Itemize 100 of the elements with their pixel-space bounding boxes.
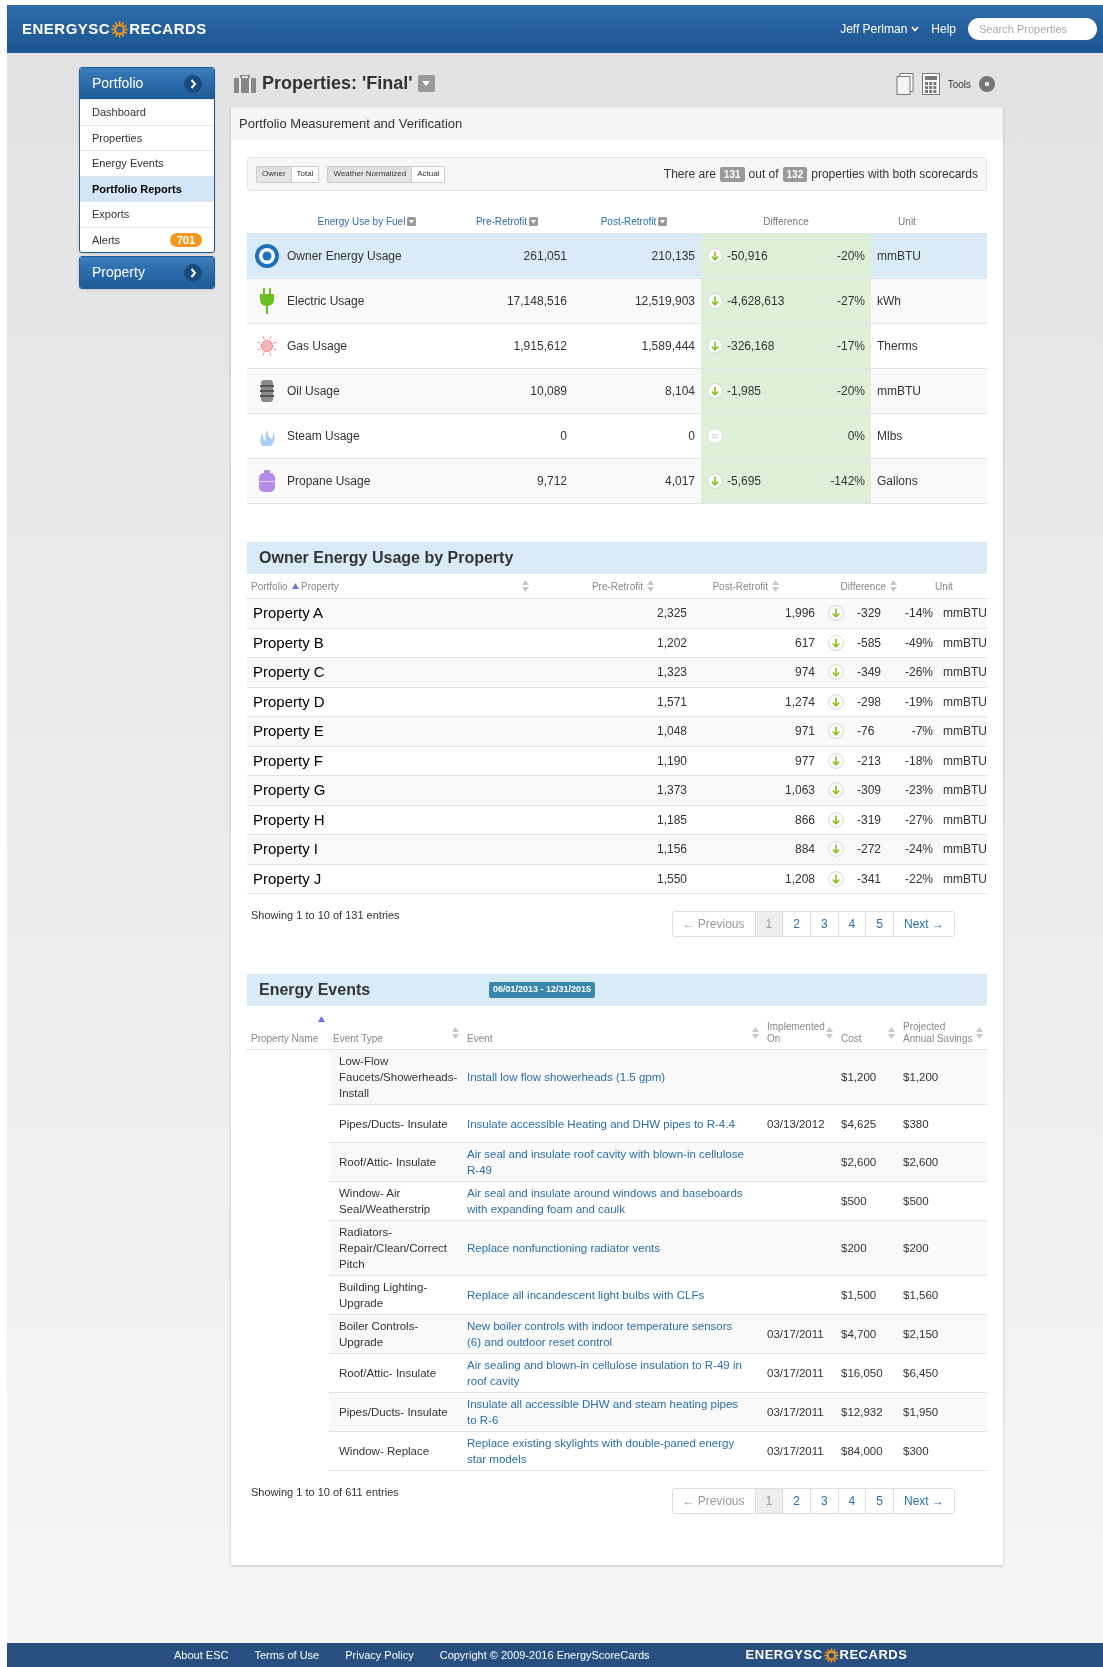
chevron-right-icon[interactable] xyxy=(184,263,202,282)
section-title: Energy Events xyxy=(259,980,372,1000)
cost-value: $2,600 xyxy=(841,1156,877,1169)
event-link[interactable]: Install low flow showerheads (1.5 gpm) xyxy=(467,1069,749,1085)
tools-label[interactable]: Tools xyxy=(947,76,971,92)
difference-value: -319 xyxy=(857,812,882,827)
event-link[interactable]: Air sealing and blown-in cellulose insulation to R-49 in roof cavity xyxy=(467,1357,749,1390)
post-retrofit-value: 12,519,903 xyxy=(634,293,695,310)
page-button[interactable]: 5 xyxy=(865,912,893,936)
column-header-link[interactable]: Pre-Retrofit xyxy=(475,214,528,229)
difference-value: -4,628,613 xyxy=(727,293,785,310)
column-header[interactable]: Post-Retrofit xyxy=(712,578,768,594)
toggle-button[interactable]: Owner xyxy=(256,165,292,183)
column-header[interactable]: Portfolio xyxy=(251,578,288,594)
column-header[interactable]: Implemented On xyxy=(767,1021,826,1045)
footer-link[interactable]: Terms of Use xyxy=(254,1646,320,1664)
property-name[interactable]: Property E xyxy=(253,722,324,739)
caret-down-icon[interactable] xyxy=(407,217,417,226)
card-title: Portfolio Measurement and Verification xyxy=(231,107,1003,140)
event-link[interactable]: Replace nonfunctioning radiator vents xyxy=(467,1240,749,1257)
next-button[interactable]: Next → xyxy=(893,1489,954,1514)
property-name[interactable]: Property B xyxy=(253,633,324,651)
sort-icon[interactable] xyxy=(452,1026,459,1039)
sidebar-item[interactable]: Alerts 701 xyxy=(80,226,214,252)
pre-retrofit-value: 1,185 xyxy=(656,812,687,827)
event-link[interactable]: Air seal and insulate around windows and baseboards with expanding foam and caulk xyxy=(467,1185,749,1218)
sun-icon xyxy=(823,1647,839,1663)
event-link[interactable]: Insulate accessible Heating and DHW pipes to R-4.4 xyxy=(467,1115,749,1132)
percent-value: -22% xyxy=(905,871,933,886)
page-button[interactable]: 4 xyxy=(837,912,866,936)
sidebar-item[interactable]: Portfolio Reports xyxy=(80,175,214,201)
sort-icon[interactable] xyxy=(976,1026,983,1039)
footer-link[interactable]: About ESC xyxy=(174,1646,229,1664)
toggle-button[interactable]: Weather Normalized xyxy=(327,165,413,183)
page-button[interactable]: 2 xyxy=(782,1489,810,1514)
sort-icon[interactable] xyxy=(772,580,779,592)
property-name[interactable]: Property G xyxy=(253,781,326,798)
property-name[interactable]: Property J xyxy=(253,869,322,887)
column-header[interactable]: Property Name xyxy=(251,1033,319,1045)
sort-ascending-icon[interactable] xyxy=(291,583,299,589)
event-link[interactable]: Insulate all accessible DHW and steam heating pipes to R-6 xyxy=(467,1396,749,1429)
column-header-link[interactable]: Energy Use by Fuel xyxy=(317,214,406,229)
toggle-button[interactable]: Total xyxy=(291,165,320,183)
property-name[interactable]: Property D xyxy=(253,692,325,710)
sort-icon[interactable] xyxy=(888,1026,895,1039)
page-button[interactable]: 3 xyxy=(809,1489,838,1514)
fuel-name: Propane Usage xyxy=(287,473,371,490)
property-name[interactable]: Property C xyxy=(253,663,325,680)
column-header[interactable]: Event xyxy=(467,1033,493,1045)
page-button[interactable]: 2 xyxy=(782,912,810,936)
property-name[interactable]: Property H xyxy=(253,810,325,828)
sort-icon[interactable] xyxy=(890,580,897,592)
property-name[interactable]: Property F xyxy=(253,751,324,769)
copy-icon[interactable] xyxy=(895,72,914,95)
sort-icon[interactable] xyxy=(522,580,529,592)
footer-link[interactable]: Privacy Policy xyxy=(345,1646,414,1664)
column-header[interactable]: Difference xyxy=(840,578,886,594)
chevron-right-icon[interactable] xyxy=(184,74,202,93)
sidebar-header[interactable]: Property xyxy=(80,257,214,288)
sidebar-item[interactable]: Properties xyxy=(80,124,214,150)
savings-value: $2,600 xyxy=(903,1156,939,1169)
sort-ascending-icon[interactable] xyxy=(318,1016,326,1022)
percent-value: -27% xyxy=(905,812,933,827)
column-header[interactable]: Unit xyxy=(935,578,953,594)
sort-icon[interactable] xyxy=(826,1026,833,1039)
column-header[interactable]: Event Type xyxy=(333,1033,383,1045)
column-header[interactable]: Property xyxy=(301,578,339,594)
section-title: Owner Energy Usage by Property xyxy=(259,548,514,568)
column-header-link[interactable]: Post-Retrofit xyxy=(600,214,657,229)
sort-icon[interactable] xyxy=(647,580,654,592)
property-name[interactable]: Property I xyxy=(253,840,319,857)
search-field[interactable]: Search Properties xyxy=(968,18,1097,40)
fuel-name: Oil Usage xyxy=(287,383,340,400)
event-link[interactable]: Replace all incandescent light bulbs with CLFs xyxy=(467,1287,749,1304)
page-button[interactable]: 3 xyxy=(809,912,838,936)
toggle-button[interactable]: Actual xyxy=(412,165,446,183)
caret-down-icon[interactable] xyxy=(529,217,539,226)
next-button[interactable]: Next → xyxy=(893,912,954,936)
property-name[interactable]: Property A xyxy=(253,604,324,621)
calculator-icon[interactable] xyxy=(921,72,940,95)
cost-value: $200 xyxy=(841,1242,867,1255)
implemented-date: 03/17/2011 xyxy=(767,1367,824,1380)
event-link[interactable]: Replace existing skylights with double-paned energy star models xyxy=(467,1435,749,1468)
column-header[interactable]: Cost xyxy=(841,1033,862,1045)
sidebar-header[interactable]: Portfolio xyxy=(80,68,214,99)
event-link[interactable]: New boiler controls with indoor temperature sensors (6) and outdoor reset control xyxy=(467,1318,749,1351)
dropdown-button[interactable] xyxy=(417,75,435,92)
sort-icon[interactable] xyxy=(752,1026,759,1039)
event-link[interactable]: Air seal and insulate roof cavity with blown-in cellulose R-49 xyxy=(467,1146,749,1179)
briefcase-icon xyxy=(234,74,256,93)
page-button[interactable]: 4 xyxy=(837,1489,866,1514)
sidebar-item[interactable]: Dashboard xyxy=(80,99,214,125)
caret-down-icon[interactable] xyxy=(658,217,668,226)
help-link[interactable]: Help xyxy=(931,20,956,38)
sidebar-item[interactable]: Energy Events xyxy=(80,150,214,176)
column-header[interactable]: Projected Annual Savings xyxy=(903,1021,976,1045)
user-menu[interactable]: Jeff Perlman xyxy=(840,20,920,38)
sidebar-item[interactable]: Exports xyxy=(80,201,214,227)
page-button[interactable]: 5 xyxy=(865,1489,893,1514)
column-header[interactable]: Pre-Retrofit xyxy=(591,578,643,594)
